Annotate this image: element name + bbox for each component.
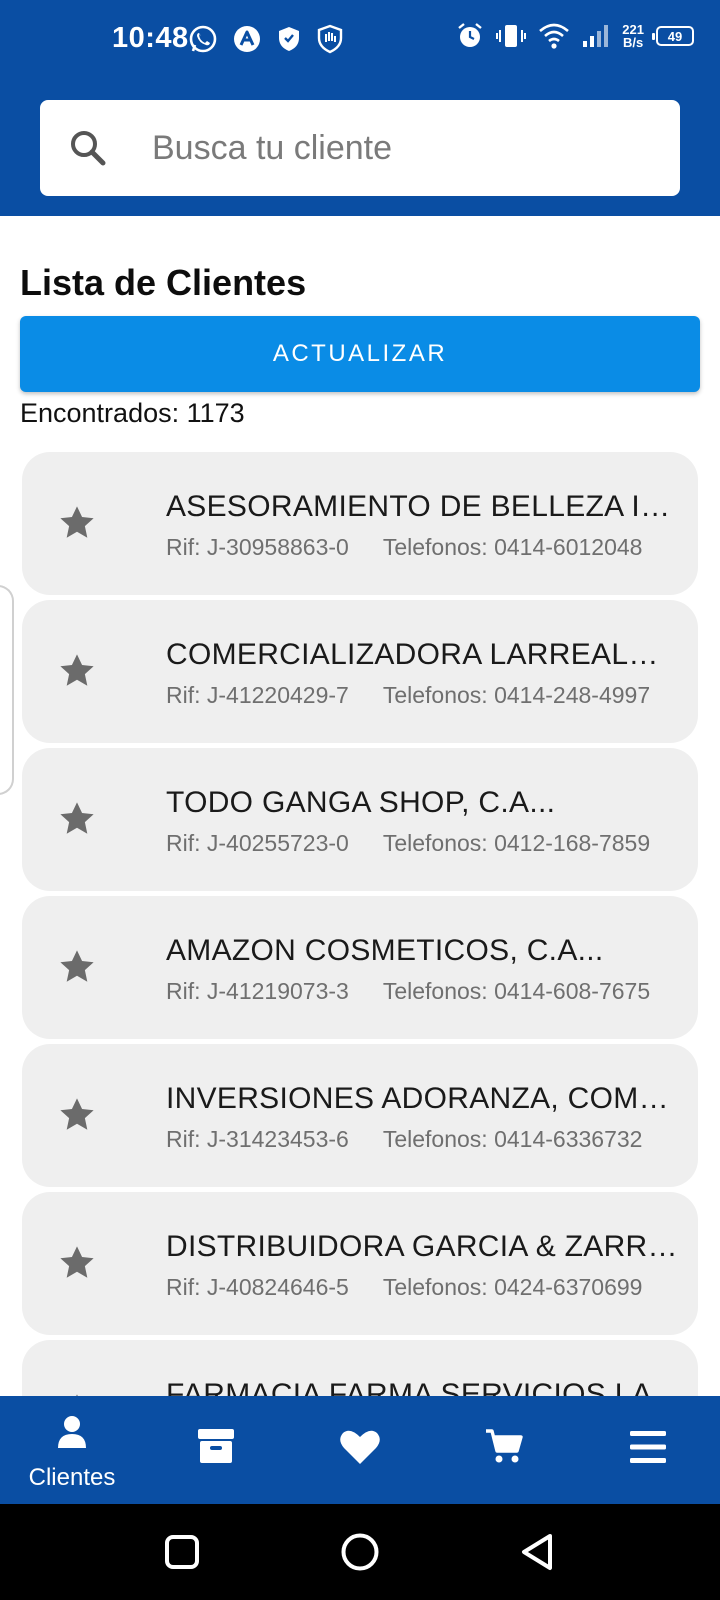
cart-icon xyxy=(486,1429,523,1463)
app-a-icon xyxy=(232,24,262,54)
page-title: Lista de Clientes xyxy=(20,262,307,303)
back-button[interactable] xyxy=(518,1532,558,1577)
app-header: 10:48 221 B/s 49 Busca tu cliente xyxy=(0,0,720,216)
nav-clientes[interactable]: Clientes xyxy=(0,1396,144,1504)
client-rif: Rif: J-41219073-3 xyxy=(166,978,349,1004)
hand-shield-icon xyxy=(316,24,344,54)
alarm-icon xyxy=(456,22,484,50)
results-count-value: 1173 xyxy=(186,398,245,428)
client-name: COMERCIALIZADORA LARREALEZ... xyxy=(166,638,678,671)
results-count: Encontrados: 1173 xyxy=(20,398,245,429)
client-card[interactable]: DISTRIBUIDORA GARCIA & ZARRA... Rif: J-4… xyxy=(22,1192,698,1335)
refresh-button[interactable]: ACTUALIZAR xyxy=(20,316,700,392)
client-meta: Rif: J-41220429-7 Telefonos: 0414-248-499… xyxy=(166,682,650,709)
results-count-label: Encontrados: xyxy=(20,398,180,428)
signal-icon xyxy=(582,23,610,49)
app-screen: 10:48 221 B/s 49 Busca tu cliente Lista … xyxy=(0,0,720,1600)
client-phone: Telefonos: 0424-6370699 xyxy=(382,1274,643,1300)
star-icon[interactable] xyxy=(56,1094,98,1141)
star-icon[interactable] xyxy=(56,798,98,845)
client-rif: Rif: J-41220429-7 xyxy=(166,682,349,708)
client-meta: Rif: J-40255723-0 Telefonos: 0412-168-785… xyxy=(166,830,650,857)
client-name: INVERSIONES ADORANZA, COMP... xyxy=(166,1082,678,1115)
notification-icons xyxy=(188,24,344,54)
star-icon[interactable] xyxy=(56,946,98,993)
client-list[interactable]: ASESORAMIENTO DE BELLEZA IN... Rif: J-30… xyxy=(22,452,698,1396)
client-rif: Rif: J-40255723-0 xyxy=(166,830,349,856)
net-speed: 221 B/s xyxy=(622,23,644,49)
client-phone: Telefonos: 0414-248-4997 xyxy=(382,682,651,708)
star-icon[interactable] xyxy=(56,650,98,697)
client-meta: Rif: J-31423453-6 Telefonos: 0414-6336732 xyxy=(166,1126,642,1153)
battery-icon: 49 xyxy=(652,26,694,46)
client-phone: Telefonos: 0414-608-7675 xyxy=(382,978,651,1004)
whatsapp-icon xyxy=(188,24,218,54)
client-rif: Rif: J-30958863-0 xyxy=(166,534,349,560)
client-card[interactable]: FARMACIA FARMA SERVICIOS LA... xyxy=(22,1340,698,1396)
client-rif: Rif: J-31423453-6 xyxy=(166,1126,349,1152)
nav-favorites[interactable] xyxy=(288,1396,432,1504)
net-speed-unit: B/s xyxy=(623,35,644,50)
client-phone: Telefonos: 0414-6336732 xyxy=(382,1126,643,1152)
client-meta: Rif: J-41219073-3 Telefonos: 0414-608-767… xyxy=(166,978,650,1005)
recents-button[interactable] xyxy=(164,1534,200,1575)
client-card[interactable]: INVERSIONES ADORANZA, COMP... Rif: J-314… xyxy=(22,1044,698,1187)
nav-label-clientes: Clientes xyxy=(28,1464,116,1491)
shield-icon xyxy=(276,25,302,53)
client-card[interactable]: COMERCIALIZADORA LARREALEZ... Rif: J-412… xyxy=(22,600,698,743)
system-icons: 221 B/s 49 xyxy=(456,22,694,50)
nav-menu[interactable] xyxy=(576,1396,720,1504)
nav-archive[interactable] xyxy=(144,1396,288,1504)
client-meta: Rif: J-30958863-0 Telefonos: 0414-6012048 xyxy=(166,534,642,561)
client-rif: Rif: J-40824646-5 xyxy=(166,1274,349,1300)
client-card[interactable]: TODO GANGA SHOP, C.A... Rif: J-40255723-… xyxy=(22,748,698,891)
star-icon[interactable] xyxy=(56,502,98,549)
vibrate-icon xyxy=(496,22,527,50)
home-button[interactable] xyxy=(340,1532,380,1577)
client-name: TODO GANGA SHOP, C.A... xyxy=(166,786,556,819)
client-name: FARMACIA FARMA SERVICIOS LA... xyxy=(166,1378,678,1396)
client-name: ASESORAMIENTO DE BELLEZA IN... xyxy=(166,490,678,523)
client-name: AMAZON COSMETICOS, C.A... xyxy=(166,934,604,967)
client-meta: Rif: J-40824646-5 Telefonos: 0424-6370699 xyxy=(166,1274,642,1301)
heart-icon xyxy=(340,1430,380,1464)
user-icon xyxy=(58,1416,86,1448)
nav-cart[interactable] xyxy=(432,1396,576,1504)
client-card[interactable]: AMAZON COSMETICOS, C.A... Rif: J-4121907… xyxy=(22,896,698,1039)
client-phone: Telefonos: 0412-168-7859 xyxy=(382,830,651,856)
menu-icon xyxy=(630,1431,666,1463)
client-card[interactable]: ASESORAMIENTO DE BELLEZA IN... Rif: J-30… xyxy=(22,452,698,595)
star-icon[interactable] xyxy=(56,1242,98,1289)
side-panel-handle[interactable] xyxy=(0,585,14,795)
wifi-icon xyxy=(538,22,570,50)
search-bar[interactable] xyxy=(40,100,680,196)
search-input[interactable] xyxy=(152,120,652,176)
status-bar: 10:48 221 B/s 49 xyxy=(0,0,720,80)
bottom-nav: Clientes xyxy=(0,1396,720,1504)
search-icon[interactable] xyxy=(68,128,108,173)
status-time: 10:48 xyxy=(112,22,189,54)
system-nav-bar xyxy=(0,1504,720,1600)
client-phone: Telefonos: 0414-6012048 xyxy=(382,534,643,560)
archive-icon xyxy=(198,1429,234,1463)
client-name: DISTRIBUIDORA GARCIA & ZARRA... xyxy=(166,1230,678,1263)
